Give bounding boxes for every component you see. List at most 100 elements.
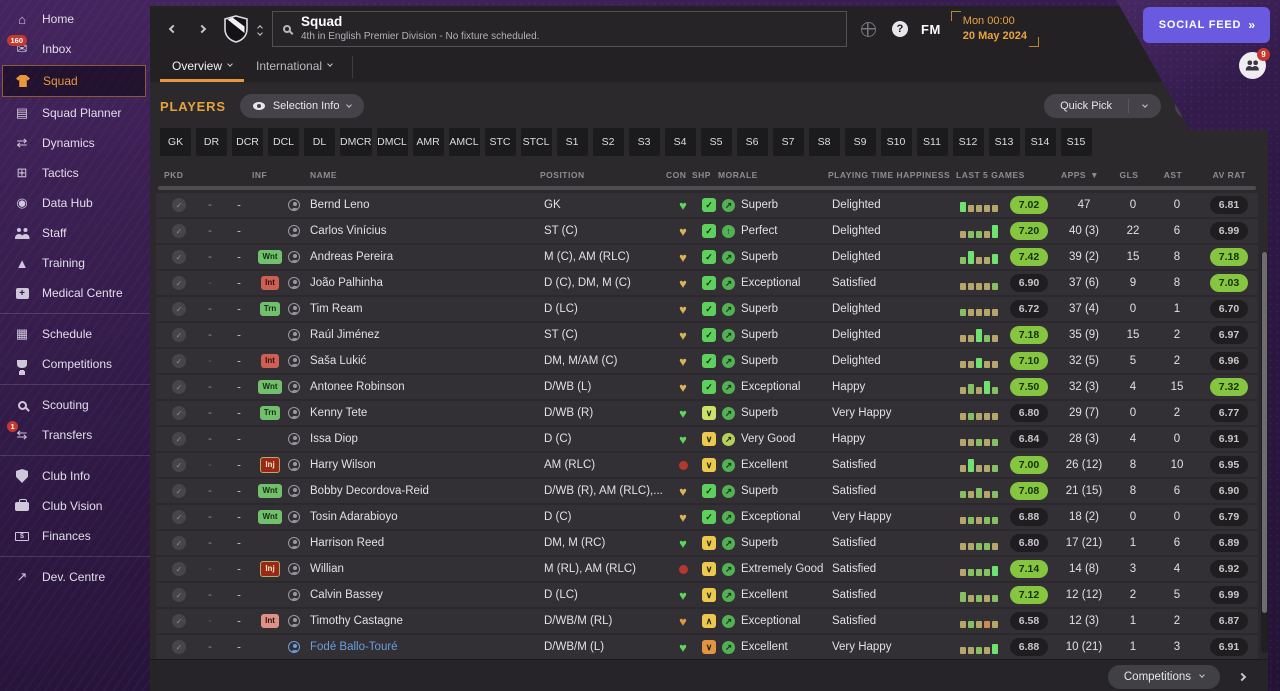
row-dropdown[interactable] xyxy=(226,594,252,596)
sidebar-item-club-info[interactable]: Club Info xyxy=(0,461,150,491)
player-name[interactable]: João Palhinha xyxy=(310,277,544,289)
row-dropdown[interactable] xyxy=(226,308,252,310)
player-name[interactable]: Kenny Tete xyxy=(310,407,544,419)
player-row[interactable]: ✓ - Raúl Jiménez ST (C) ♥ ✓ ↗ Superb Delighted 7.… xyxy=(156,323,1258,347)
player-row[interactable]: ✓ - Wnt Andreas Pereira M (C), AM (RLC) ♥ ✓ ↗ Su… xyxy=(156,245,1258,269)
title-search-box[interactable]: Squad 4th in English Premier Division - … xyxy=(272,11,847,47)
position-filter-s5[interactable]: S5 xyxy=(700,128,732,156)
player-name[interactable]: Raúl Jiménez xyxy=(310,329,544,341)
player-name[interactable]: Saša Lukić xyxy=(310,355,544,367)
row-dropdown[interactable] xyxy=(226,620,252,622)
position-filter-s2[interactable]: S2 xyxy=(592,128,624,156)
column-header-name[interactable]: NAME xyxy=(310,170,540,180)
row-dropdown[interactable] xyxy=(226,412,252,414)
column-header-last5[interactable]: LAST 5 GAMES xyxy=(956,170,1052,180)
tab-international[interactable]: International xyxy=(244,52,344,82)
player-name[interactable]: Bobby Decordova-Reid xyxy=(310,485,544,497)
column-header-ast[interactable]: AST xyxy=(1150,170,1196,180)
sidebar-item-home[interactable]: ⌂ Home xyxy=(0,4,150,34)
back-button[interactable] xyxy=(160,18,182,40)
picked-check-icon[interactable]: ✓ xyxy=(172,458,186,472)
sidebar-item-finances[interactable]: $ Finances xyxy=(0,521,150,551)
player-row[interactable]: ✓ - Wnt Tosin Adarabioyo D (C) ♥ ✓ ↗ Exceptional… xyxy=(156,505,1258,529)
column-header-inf[interactable]: INF xyxy=(252,170,310,180)
column-header-morale[interactable]: MORALE xyxy=(718,170,828,180)
player-row[interactable]: ✓ - Calvin Bassey D (LC) ♥ ∨ ↗ Excellent Satisfi… xyxy=(156,583,1258,607)
next-panel-button[interactable] xyxy=(1232,666,1254,688)
player-row[interactable]: ✓ - Harrison Reed DM, M (RC) ♥ ∨ ↗ Superb Satisf… xyxy=(156,531,1258,555)
player-row[interactable]: ✓ - Carlos Vinícius ST (C) ♥ ✓ ↑ Perfect Delight… xyxy=(156,219,1258,243)
position-filter-s11[interactable]: S11 xyxy=(916,128,948,156)
social-feed-button[interactable]: SOCIAL FEED » xyxy=(1142,7,1270,43)
position-filter-s10[interactable]: S10 xyxy=(880,128,912,156)
club-crest[interactable] xyxy=(224,15,248,43)
sidebar-item-transfers[interactable]: ⇆ 1 Transfers xyxy=(0,420,150,450)
picked-check-icon[interactable]: ✓ xyxy=(172,354,186,368)
row-dropdown[interactable] xyxy=(226,438,252,440)
row-dropdown[interactable] xyxy=(226,568,252,570)
sidebar-item-competitions[interactable]: Competitions xyxy=(0,349,150,379)
tab-overview[interactable]: Overview xyxy=(160,52,245,82)
column-header-gls[interactable]: GLS xyxy=(1108,170,1150,180)
player-name[interactable]: Harry Wilson xyxy=(310,459,544,471)
player-name[interactable]: Bernd Leno xyxy=(310,199,544,211)
sidebar-item-scouting[interactable]: Scouting xyxy=(0,390,150,420)
picked-check-icon[interactable]: ✓ xyxy=(172,536,186,550)
position-filter-s15[interactable]: S15 xyxy=(1060,128,1092,156)
player-name[interactable]: Tosin Adarabioyo xyxy=(310,511,544,523)
position-filter-s13[interactable]: S13 xyxy=(988,128,1020,156)
picked-check-icon[interactable]: ✓ xyxy=(172,562,186,576)
row-dropdown[interactable] xyxy=(226,256,252,258)
column-header-apps[interactable]: APPS ▼ xyxy=(1052,170,1108,180)
picked-check-icon[interactable]: ✓ xyxy=(172,510,186,524)
sidebar-item-dynamics[interactable]: ⇄ Dynamics xyxy=(0,128,150,158)
manager-avatar[interactable]: 9 xyxy=(1239,48,1270,79)
sidebar-item-club-vision[interactable]: Club Vision xyxy=(0,491,150,521)
row-dropdown[interactable] xyxy=(226,516,252,518)
player-row[interactable]: ✓ - Int Timothy Castagne D/WB/M (RL) ♥ ∧ ↗ Excep… xyxy=(156,609,1258,633)
picked-check-icon[interactable]: ✓ xyxy=(172,224,186,238)
player-name[interactable]: Fodé Ballo-Touré xyxy=(310,641,544,653)
picked-check-icon[interactable]: ✓ xyxy=(172,276,186,290)
player-name[interactable]: Carlos Vinícius xyxy=(310,225,544,237)
sidebar-item-training[interactable]: ▲ Training xyxy=(0,248,150,278)
player-name[interactable]: Antonee Robinson xyxy=(310,381,544,393)
position-filter-dr[interactable]: DR xyxy=(196,128,227,156)
vertical-scrollbar[interactable] xyxy=(1261,252,1268,653)
sidebar-item-inbox[interactable]: ✉ 160 Inbox xyxy=(0,34,150,64)
quick-pick-button[interactable]: Quick Pick xyxy=(1044,94,1128,118)
row-dropdown[interactable] xyxy=(226,542,252,544)
row-dropdown[interactable] xyxy=(226,360,252,362)
player-name[interactable]: Andreas Pereira xyxy=(310,251,544,263)
position-filter-s3[interactable]: S3 xyxy=(628,128,660,156)
club-switcher[interactable] xyxy=(257,24,263,36)
position-filter-dl[interactable]: DL xyxy=(304,128,335,156)
column-header-con[interactable]: CON xyxy=(666,170,692,180)
position-filter-amr[interactable]: AMR xyxy=(412,128,444,156)
forward-button[interactable] xyxy=(192,18,214,40)
position-filter-dmcl[interactable]: DMCL xyxy=(376,128,408,156)
social-globe-button[interactable] xyxy=(857,21,879,37)
row-dropdown[interactable] xyxy=(226,204,252,206)
competitions-dropdown[interactable]: Competitions xyxy=(1107,664,1220,689)
player-row[interactable]: ✓ - Trn Tim Ream D (LC) ♥ ✓ ↗ Superb Delighted 6.7… xyxy=(156,297,1258,321)
sidebar-item-squad-planner[interactable]: ▤ Squad Planner xyxy=(0,98,150,128)
horizontal-scrollbar[interactable] xyxy=(158,186,1256,190)
player-row[interactable]: ✓ - Issa Diop D (C) ♥ ∨ ↗ Very Good Happy 6.84 28 … xyxy=(156,427,1258,451)
row-dropdown[interactable] xyxy=(226,230,252,232)
picked-check-icon[interactable]: ✓ xyxy=(172,614,186,628)
column-header-avrat[interactable]: AV RAT xyxy=(1196,170,1254,180)
picked-check-icon[interactable]: ✓ xyxy=(172,302,186,316)
position-filter-dmcr[interactable]: DMCR xyxy=(340,128,372,156)
player-name[interactable]: Willian xyxy=(310,563,544,575)
position-filter-gk[interactable]: GK xyxy=(160,128,191,156)
position-filter-s4[interactable]: S4 xyxy=(664,128,696,156)
player-row[interactable]: ✓ - Trn Kenny Tete D/WB (R) ♥ ∨ ↗ Superb Very Hap… xyxy=(156,401,1258,425)
scrollbar-thumb[interactable] xyxy=(1262,252,1267,613)
picked-check-icon[interactable]: ✓ xyxy=(172,432,186,446)
picked-check-icon[interactable]: ✓ xyxy=(172,380,186,394)
sidebar-item-staff[interactable]: Staff xyxy=(0,218,150,248)
sidebar-item-data-hub[interactable]: ◉ Data Hub xyxy=(0,188,150,218)
picked-check-icon[interactable]: ✓ xyxy=(172,328,186,342)
position-filter-s9[interactable]: S9 xyxy=(844,128,876,156)
